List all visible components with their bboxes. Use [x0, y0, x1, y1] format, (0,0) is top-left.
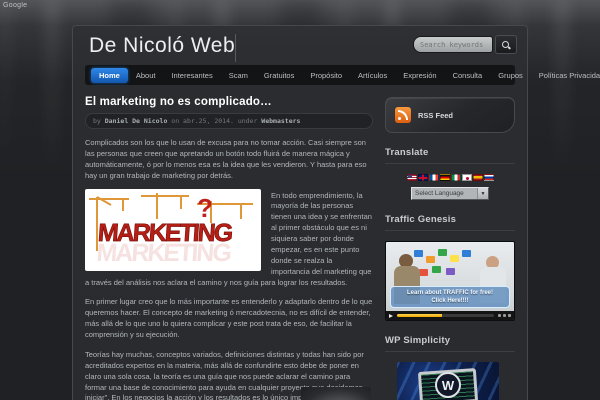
chevron-down-icon: ▼	[477, 188, 488, 199]
search-bar	[413, 35, 517, 54]
wp-simplicity-heading: WP Simplicity	[385, 335, 515, 352]
sticky-note	[450, 255, 459, 262]
wordpress-globe-icon: W	[435, 372, 461, 398]
video-control-icons[interactable]	[498, 314, 511, 317]
language-select[interactable]: Select Language ▼	[411, 187, 489, 200]
search-icon	[502, 40, 510, 49]
content-area: El marketing no es complicado… by Daniel…	[85, 90, 515, 400]
video-progress-fill	[397, 314, 442, 317]
marketing-word-reflection: MARKETING	[96, 239, 232, 267]
sticky-note	[426, 256, 435, 263]
sticky-note	[432, 266, 441, 273]
traffic-genesis-video[interactable]: Learn about TRAFFIC for free! Click Here…	[385, 241, 515, 321]
video-controls[interactable]	[386, 311, 514, 320]
nav-item-scam[interactable]: Scam	[221, 68, 256, 83]
main-container: De Nicoló Web Home About Interesantes Sc…	[72, 25, 600, 400]
site-title: De Nicoló Web	[89, 34, 236, 57]
post-title: El marketing no es complicado…	[85, 96, 272, 108]
flag-es-icon[interactable]	[472, 174, 483, 181]
translate-flags	[385, 174, 515, 181]
page-canvas: Google De Nicoló Web Home About Interesa…	[0, 0, 600, 400]
translate-heading: Translate	[385, 147, 515, 164]
nav-item-politicas[interactable]: Políticas Privacidad	[531, 68, 600, 83]
flag-uk-icon[interactable]	[417, 174, 428, 181]
nav-item-grupos[interactable]: Grupos	[490, 68, 531, 83]
video-cta-line2: Click Here!!!!	[431, 297, 469, 304]
sticky-note	[438, 249, 447, 256]
nav-item-interesantes[interactable]: Interesantes	[163, 68, 220, 83]
paragraph-3: En primer lugar creo que lo más importan…	[85, 297, 373, 339]
post-byline: by Daniel De Nicolo on abr.25, 2014. und…	[85, 113, 373, 129]
flag-it-icon[interactable]	[450, 174, 461, 181]
author-link[interactable]: Daniel De Nicolo	[105, 117, 168, 125]
category-link[interactable]: Webmasters	[261, 117, 300, 125]
crane-mid	[141, 192, 189, 219]
flag-de-icon[interactable]	[439, 174, 450, 181]
video-cta-banner[interactable]: Learn about TRAFFIC for free! Click Here…	[390, 285, 510, 308]
traffic-genesis-heading: Traffic Genesis	[385, 214, 515, 231]
nav-item-proposito[interactable]: Propósito	[302, 68, 350, 83]
nav-item-home[interactable]: Home	[91, 67, 128, 83]
expert-photo-cutoff	[301, 387, 371, 400]
title-divider	[235, 34, 236, 62]
flag-us-icon[interactable]	[406, 174, 417, 181]
byline-middle: on abr.25, 2014. under	[167, 117, 262, 125]
main-nav: Home About Interesantes Scam Gratuitos P…	[85, 65, 600, 85]
search-button[interactable]	[495, 35, 517, 54]
wp-simplicity-banner[interactable]: W WP SIMPLICITY	[397, 362, 499, 400]
marketing-image: MARKETING ? MARKETING	[85, 188, 261, 271]
google-watermark: Google	[3, 2, 28, 9]
flag-fr-icon[interactable]	[428, 174, 439, 181]
paragraph-1: Complicados son los que lo usan de excus…	[85, 138, 367, 180]
play-icon[interactable]	[389, 313, 393, 318]
article-column: El marketing no es complicado… by Daniel…	[85, 90, 373, 400]
search-input[interactable]	[413, 36, 493, 53]
question-mark: ?	[197, 193, 213, 223]
flag-ru-icon[interactable]	[483, 174, 494, 181]
rss-feed-button[interactable]: RSS Feed	[385, 97, 515, 133]
sidebar: RSS Feed Translate Select Language ▼ Tra…	[385, 90, 515, 400]
nav-item-articulos[interactable]: Artículos	[350, 68, 395, 83]
language-select-value: Select Language	[415, 190, 464, 197]
sticky-note	[446, 268, 455, 275]
sticky-note	[462, 250, 471, 257]
rss-icon	[395, 107, 411, 123]
byline-prefix: by	[93, 117, 105, 125]
video-progress-bar[interactable]	[397, 314, 494, 317]
nav-item-gratuitos[interactable]: Gratuitos	[256, 68, 302, 83]
flag-jp-icon[interactable]	[461, 174, 472, 181]
rss-feed-label: RSS Feed	[418, 110, 454, 120]
nav-item-consulta[interactable]: Consulta	[445, 68, 491, 83]
sticky-note	[419, 269, 428, 276]
video-cta-line1: Learn about TRAFFIC for free!	[406, 289, 493, 296]
nav-item-expresion[interactable]: Expresión	[395, 68, 444, 83]
nav-item-about[interactable]: About	[128, 68, 164, 83]
